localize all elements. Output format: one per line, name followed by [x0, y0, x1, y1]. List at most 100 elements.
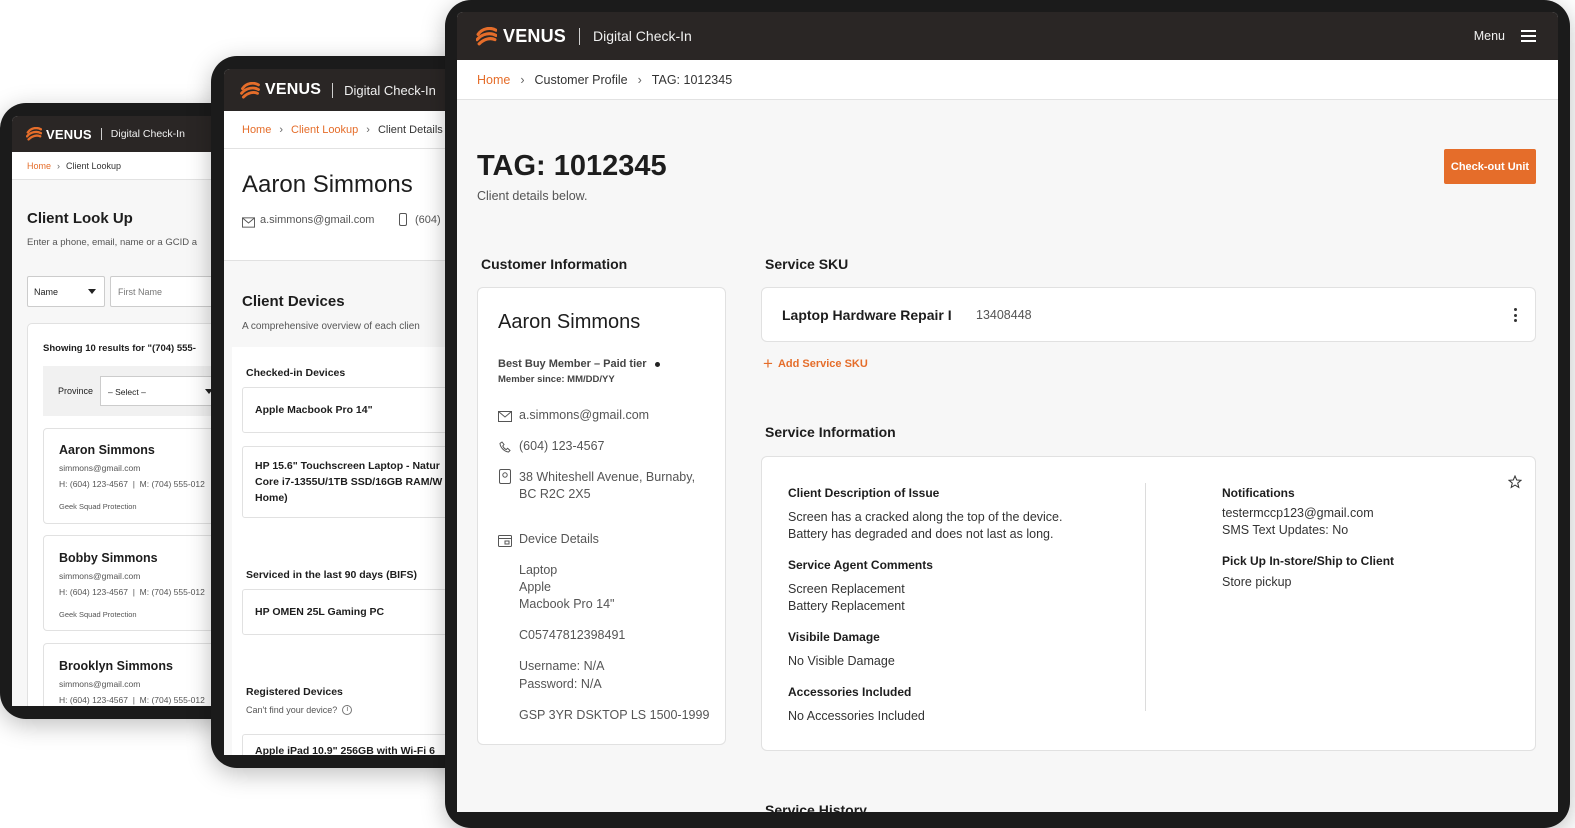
add-service-sku-button[interactable]: + Add Service SKU	[763, 355, 868, 372]
device-frame-client-lookup: VENUS Digital Check-In Home › Client Loo…	[0, 103, 240, 719]
agent-comment-2: Battery Replacement	[788, 599, 905, 613]
header-divider	[100, 128, 102, 140]
app-name: Digital Check-In	[344, 82, 436, 98]
visible-damage-value: No Visible Damage	[788, 654, 895, 668]
app-header: VENUS Digital Check-In	[224, 69, 474, 111]
customer-info-heading: Customer Information	[481, 256, 628, 272]
header-divider	[579, 27, 581, 45]
breadcrumb-current: Client Lookup	[66, 160, 122, 171]
breadcrumb-lookup-link[interactable]: Client Lookup	[291, 124, 358, 136]
pickup-value: Store pickup	[1222, 575, 1292, 589]
client-name: Aaron Simmons	[59, 443, 155, 457]
service-history-heading: Service History	[765, 802, 867, 812]
devices-subtitle: A comprehensive overview of each clien	[242, 321, 420, 332]
chevron-down-icon	[88, 289, 96, 294]
info-icon: i	[342, 705, 353, 715]
venus-logo[interactable]: VENUS	[476, 26, 566, 47]
device-name-line2: Core i7-1355U/1TB SSD/16GB RAM/W	[255, 476, 443, 488]
venus-logo[interactable]: VENUS	[26, 127, 92, 142]
breadcrumb-home-link[interactable]: Home	[242, 124, 271, 136]
star-icon[interactable]	[1507, 474, 1523, 494]
client-email: simmons@gmail.com	[59, 463, 141, 473]
client-result-card[interactable]: Bobby Simmons simmons@gmail.com H: (604)…	[43, 535, 230, 631]
client-result-card[interactable]: Brooklyn Simmons simmons@gmail.com H: (6…	[43, 643, 230, 706]
breadcrumb-home-link[interactable]: Home	[27, 161, 51, 171]
notification-email: testermccp123@gmail.com	[1222, 506, 1374, 520]
client-name: Bobby Simmons	[59, 551, 158, 565]
search-type-value: Name	[34, 287, 59, 297]
first-name-placeholder: First Name	[118, 287, 163, 297]
venus-logo[interactable]: VENUS	[240, 81, 321, 99]
pickup-label: Pick Up In-store/Ship to Client	[1222, 554, 1395, 568]
hamburger-menu-icon	[1521, 30, 1536, 42]
client-email: simmons@gmail.com	[59, 571, 141, 581]
sku-code: 13408448	[976, 308, 1032, 322]
breadcrumb: Home › Client Lookup › Client Details	[224, 111, 474, 149]
phone-icon	[499, 440, 511, 458]
client-protection-tag: Geek Squad Protection	[59, 502, 137, 511]
client-phones: H: (604) 123-4567 | M: (704) 555-012	[59, 695, 205, 705]
device-type: Laptop	[519, 563, 558, 577]
client-result-card[interactable]: Aaron Simmons simmons@gmail.com H: (604)…	[43, 428, 230, 524]
province-select[interactable]: – Select –	[100, 376, 220, 406]
kebab-menu-icon[interactable]	[1514, 308, 1518, 322]
province-filter: Province – Select –	[43, 366, 230, 416]
customer-phone: (604) 123-4567	[519, 439, 605, 453]
registered-label: Registered Devices	[246, 686, 343, 698]
page-title: Client Look Up	[27, 210, 133, 227]
breadcrumb: Home › Client Lookup	[12, 152, 230, 180]
app-header: VENUS Digital Check-In Menu	[457, 12, 1558, 60]
province-label: Province	[58, 386, 94, 396]
cant-find-text: Can't find your device?	[246, 705, 338, 715]
search-type-select[interactable]: Name	[27, 276, 105, 307]
breadcrumb-current: TAG: 1012345	[651, 72, 733, 87]
notification-sms: SMS Text Updates: No	[1222, 523, 1349, 537]
cant-find-link[interactable]: Can't find your device? i	[246, 705, 353, 715]
accessories-label: Accessories Included	[788, 685, 912, 699]
device-model: Macbook Pro 14"	[519, 597, 615, 611]
device-frame-customer-profile: VENUS Digital Check-In Menu Home › Custo…	[445, 0, 1570, 828]
add-service-sku-label: Add Service SKU	[777, 358, 868, 370]
client-header: Aaron Simmons a.simmons@gmail.com (604)	[224, 149, 474, 261]
service-sku-card: Laptop Hardware Repair I 13408448	[761, 287, 1536, 342]
device-name-line1: HP 15.6" Touchscreen Laptop - Natur	[255, 460, 440, 472]
chevron-right-icon: ›	[637, 72, 642, 87]
breadcrumb-profile-link[interactable]: Customer Profile	[535, 73, 628, 87]
issue-label: Client Description of Issue	[788, 486, 940, 500]
device-card-icon	[498, 534, 512, 552]
device-card[interactable]: HP 15.6" Touchscreen Laptop - Natur Core…	[242, 446, 474, 518]
chevron-right-icon: ›	[520, 72, 525, 87]
device-card[interactable]: Apple iPad 10.9" 256GB with Wi-Fi 6	[242, 734, 474, 755]
envelope-icon	[498, 409, 512, 427]
customer-name: Aaron Simmons	[498, 311, 641, 333]
device-card[interactable]: HP OMEN 25L Gaming PC	[242, 589, 474, 635]
checkout-unit-button[interactable]: Check-out Unit	[1444, 149, 1536, 184]
chevron-right-icon: ›	[279, 123, 284, 136]
status-dot	[654, 361, 660, 367]
venus-logo-icon	[26, 127, 42, 141]
device-frame-client-details: VENUS Digital Check-In Home › Client Loo…	[211, 56, 481, 768]
device-username: Username: N/A	[519, 659, 605, 673]
menu-button[interactable]: Menu	[1474, 29, 1536, 43]
device-card[interactable]: Apple Macbook Pro 14"	[242, 387, 474, 433]
venus-logo-icon	[240, 81, 260, 99]
issue-line2: Battery has degraded and does not last a…	[788, 527, 1054, 541]
screen-client-lookup: VENUS Digital Check-In Home › Client Loo…	[12, 116, 230, 706]
location-pin-icon	[499, 469, 511, 489]
venus-logo-icon	[476, 26, 497, 45]
visible-damage-label: Visibile Damage	[788, 630, 880, 644]
device-name-line3: Home)	[255, 492, 288, 504]
page-subtitle: Enter a phone, email, name or a GCID a	[27, 237, 198, 248]
device-name: HP OMEN 25L Gaming PC	[255, 606, 385, 618]
issue-line1: Screen has a cracked along the top of th…	[788, 510, 1063, 524]
client-email: simmons@gmail.com	[59, 679, 141, 689]
device-details-label: Device Details	[519, 532, 599, 546]
device-serial: C05747812398491	[519, 628, 626, 642]
chevron-right-icon: ›	[57, 160, 61, 171]
device-password: Password: N/A	[519, 677, 602, 691]
client-name: Aaron Simmons	[242, 171, 413, 198]
mobile-phone-icon	[399, 213, 407, 226]
brand-name: VENUS	[46, 126, 92, 142]
client-name: Brooklyn Simmons	[59, 659, 173, 673]
breadcrumb-home-link[interactable]: Home	[477, 73, 510, 87]
